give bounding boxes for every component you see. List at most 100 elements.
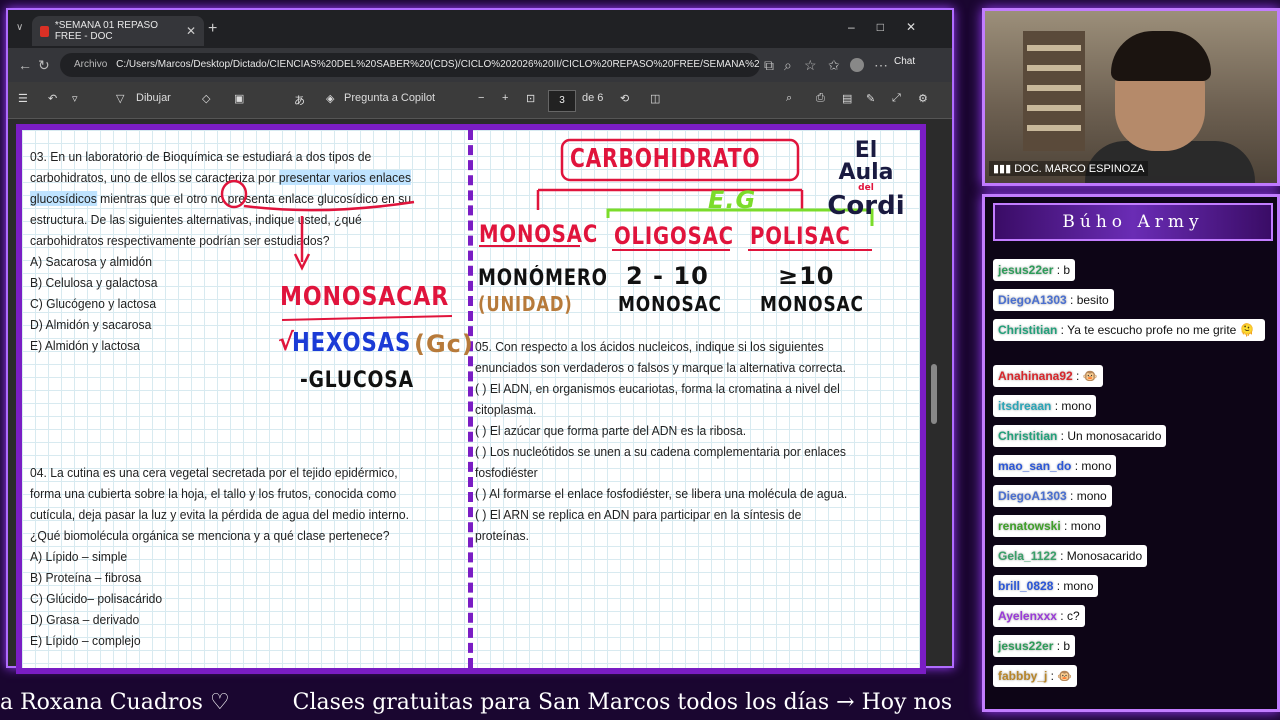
tab-pdf-document[interactable]: *SEMANA 01 REPASO FREE - DOC ✕ [32,16,204,46]
handwritten-polisac: POLISAC [750,222,851,250]
chat-message: jesus22er : b [993,635,1076,657]
zoom-out-icon[interactable]: − [478,92,484,104]
handwritten-carbohidrato: CARBOHIDRATO [570,144,761,174]
more-menu-icon[interactable]: ⋯ [874,57,888,74]
presenter-name: ▮▮▮ DOC. MARCO ESPINOZA [989,161,1149,176]
url-field[interactable]: Archivo C:/Users/Marcos/Desktop/Dictado/… [60,53,760,77]
circle-annotation [220,179,248,209]
read-aloud-icon[interactable]: ⧉ [764,57,774,74]
draw-button[interactable]: Dibujar [136,92,171,104]
new-tab-icon[interactable]: + [208,20,217,38]
underline-annotation [281,315,453,321]
chat-username[interactable]: Gela_1122 [998,549,1057,563]
chat-message: brill_0828 : mono [993,575,1099,597]
chat-username[interactable]: brill_0828 [998,579,1053,593]
copilot-icon[interactable]: ◈ [326,92,334,105]
logo-line3: Cordi [827,191,905,221]
signal-icon: ▮▮▮ [993,163,1015,175]
chat-username[interactable]: DiegoA1303 [998,293,1067,307]
chat-text: : mono [1051,399,1092,413]
url-text: C:/Users/Marcos/Desktop/Dictado/CIENCIAS… [116,59,760,70]
ticker-text: a Roxana Cuadros ♡ Clases gratuitas para… [0,690,953,715]
draw-icon[interactable]: ▽ [116,92,124,105]
eraser-icon[interactable]: ◇ [202,92,210,105]
chat-message: mao_san_do : mono [993,455,1117,477]
chat-username[interactable]: jesus22er [998,639,1053,653]
file-scheme-label: Archivo [74,59,108,70]
zoom-icon[interactable]: ⌕ [784,57,792,74]
highlight-icon[interactable]: ↶ [48,92,57,105]
contents-icon[interactable]: ☰ [18,92,28,105]
favorites-icon[interactable]: ✩ [828,57,840,74]
el-aula-del-cordi-logo: El Aula del Cordi [826,138,906,221]
profile-avatar[interactable] [850,58,864,72]
back-icon[interactable]: ← [18,57,32,73]
page-number-input[interactable]: 3 [548,90,576,112]
handwritten-monosac: MONOSAC [479,220,599,248]
chat-message: jesus22er : b [993,259,1076,281]
chat-username[interactable]: fabbby_j [998,669,1047,683]
chat-username[interactable]: Ayelenxxx [998,609,1057,623]
chat-text: : besito [1066,293,1109,307]
handwritten-hexosas: HEXOSAS [292,328,412,358]
chat-message: DiegoA1303 : mono [993,485,1112,507]
chat-text: : 🐵 [1047,669,1073,683]
pdf-toolbar: ☰ ↶ ▿ ▽ Dibujar ◇ ▣ あ ◈ Pregunta a Copil… [8,82,952,119]
save-icon[interactable]: ▤ [842,92,852,105]
pdf-page: 03. En un laboratorio de Bioquímica se e… [16,124,926,674]
handwritten-eg: E.G [708,186,757,214]
annotate-icon[interactable]: ✎ [866,92,875,105]
chat-username[interactable]: Anahinana92 [998,369,1073,383]
handwritten-unidad: (UNIDAD) [478,292,573,316]
chat-username[interactable]: mao_san_do [998,459,1071,473]
scrollbar-thumb[interactable] [931,364,937,424]
chat-title: Búho Army [993,203,1273,241]
tab-list-chevron-icon[interactable]: ∨ [16,22,23,33]
chat-message: Gela_1122 : Monosacarido [993,545,1148,567]
presenter-hair [1111,31,1211,81]
search-icon[interactable]: ⌕ [786,92,792,105]
print-icon[interactable]: ⎙ [816,92,825,105]
rotate-icon[interactable]: ⟲ [620,92,629,105]
chat-message: Christitian : Un monosacarido [993,425,1167,447]
handwritten-glucosa: -GLUCOSA [300,368,414,393]
page-view-icon[interactable]: ◫ [650,92,660,105]
handwritten-range-10: ≥10 [778,262,835,290]
handwritten-monomero: MONÓMERO [478,266,608,291]
chat-text: : Un monosacarido [1057,429,1162,443]
zoom-in-icon[interactable]: + [502,92,508,104]
chat-username[interactable]: DiegoA1303 [998,489,1067,503]
chat-username[interactable]: jesus22er [998,263,1053,277]
reload-icon[interactable]: ↻ [38,57,50,74]
page-scrollbar[interactable] [930,124,938,660]
fit-page-icon[interactable]: ⊡ [526,92,535,105]
chat-username[interactable]: Christitian [998,429,1057,443]
webcam-panel: ▮▮▮ DOC. MARCO ESPINOZA [982,8,1280,186]
textbox-icon[interactable]: ▣ [234,92,244,105]
chat-message: renatowski : mono [993,515,1106,537]
copilot-chat-button[interactable]: Chat [894,56,915,67]
chat-message: itsdreaan : mono [993,395,1097,417]
filter-icon[interactable]: ▿ [72,92,78,105]
favorite-star-icon[interactable]: ☆ [804,57,817,74]
bracket-annotation [536,188,804,210]
chat-text: : mono [1060,519,1101,533]
translate-icon[interactable]: あ [294,92,305,108]
handwritten-range-2-10: 2 - 10 [626,262,709,290]
chat-username[interactable]: renatowski [998,519,1061,533]
ink-annotations [220,138,874,321]
close-tab-icon[interactable]: ✕ [186,24,196,38]
settings-gear-icon[interactable]: ⚙ [918,92,928,105]
logo-line1: El Aula [838,138,894,185]
handwritten-range1-monosac: MONOSAC [618,292,722,316]
chat-username[interactable]: itsdreaan [998,399,1051,413]
pdf-icon [40,25,49,37]
chat-message: Christitian : Ya te escucho profe no me … [993,319,1265,341]
ask-copilot-button[interactable]: Pregunta a Copilot [344,92,435,104]
chat-username[interactable]: Christitian [998,323,1057,337]
chat-text: : mono [1053,579,1094,593]
window-controls[interactable]: –□✕ [848,20,938,34]
fullscreen-icon[interactable]: ⤢ [892,92,901,105]
chat-text: : b [1053,263,1071,277]
tab-title: *SEMANA 01 REPASO FREE - DOC [54,20,159,42]
